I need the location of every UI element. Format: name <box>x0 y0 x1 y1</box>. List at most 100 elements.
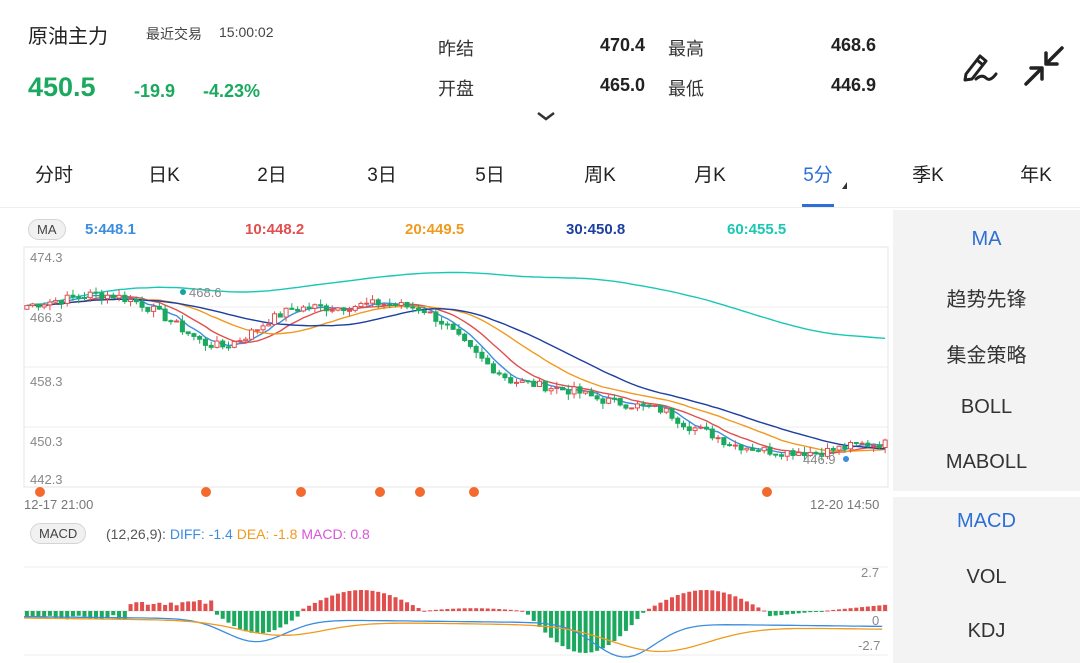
candle <box>738 444 744 451</box>
candle <box>76 296 82 299</box>
candle <box>531 380 537 387</box>
tab-dropdown-caret-icon[interactable] <box>842 182 847 189</box>
macd-bar <box>220 611 225 619</box>
macd-bar <box>831 609 836 611</box>
tab-daily-k[interactable]: 日K <box>140 160 188 187</box>
macd-badge[interactable]: MACD <box>30 523 87 544</box>
macd-bar <box>186 601 191 611</box>
ma30-value: 30:450.8 <box>566 221 626 238</box>
candle <box>156 305 162 310</box>
candle <box>629 407 635 410</box>
candle <box>508 377 514 384</box>
tab-3day[interactable]: 3日 <box>358 160 406 187</box>
macd-bar <box>779 611 784 615</box>
tab-monthly-k[interactable]: 月K <box>686 160 734 187</box>
macd-bar <box>721 592 726 611</box>
indicator-fund[interactable]: 集金策略 <box>893 339 1080 368</box>
macd-bar <box>261 611 266 634</box>
macd-bar <box>802 611 807 613</box>
kline-chart[interactable]: 474.3 466.3 458.3 450.3 442.3 468.6 446.… <box>0 240 893 515</box>
tab-5min[interactable]: 5分 <box>794 160 842 187</box>
candle <box>30 303 36 307</box>
candle <box>133 298 139 303</box>
tab-2day[interactable]: 2日 <box>248 160 296 187</box>
low-value: 446.9 <box>830 75 876 95</box>
ma10-value: 10:448.2 <box>245 221 305 238</box>
candle <box>450 323 456 330</box>
candle <box>652 404 658 407</box>
macd-dea-line <box>23 617 883 653</box>
macd-bar <box>583 611 588 653</box>
candle <box>272 313 278 325</box>
candle <box>571 386 577 395</box>
macd-diff-line <box>23 615 883 658</box>
expand-chevron-icon[interactable] <box>536 110 556 122</box>
tab-intraday[interactable]: 分时 <box>30 160 78 187</box>
macd-bar <box>341 592 346 611</box>
macd-bar <box>243 611 248 632</box>
indicator-vol[interactable]: VOL <box>893 566 1080 589</box>
macd-bar <box>704 590 709 611</box>
indicator-ma[interactable]: MA <box>893 228 1080 251</box>
macd-bar <box>445 609 450 611</box>
y-label-3: 458.3 <box>30 374 63 389</box>
macd-bar <box>796 611 801 614</box>
macd-bar <box>70 611 75 617</box>
time-end: 12-20 14:50 <box>810 497 879 512</box>
pen-icon[interactable] <box>958 44 1002 88</box>
macd-y-top: 2.7 <box>861 565 879 580</box>
candle <box>767 446 773 455</box>
indicator-maboll[interactable]: MABOLL <box>893 451 1080 474</box>
low-label: 最低 <box>668 79 704 99</box>
tab-yearly-k[interactable]: 年K <box>1012 160 1060 187</box>
candle <box>842 445 848 450</box>
indicator-sidebar: MA 趋势先锋 集金策略 BOLL MABOLL MACD VOL KDJ <box>893 210 1080 663</box>
macd-bar <box>537 611 542 627</box>
active-tab-underline <box>802 204 834 207</box>
candle <box>848 442 854 450</box>
candle <box>404 302 410 308</box>
tab-weekly-k[interactable]: 周K <box>576 160 624 187</box>
candle <box>162 308 168 322</box>
candle <box>704 426 710 430</box>
y-label-4: 450.3 <box>30 434 63 449</box>
macd-bar <box>284 611 289 625</box>
candle <box>421 310 427 314</box>
candle <box>110 294 116 299</box>
candle <box>681 422 687 428</box>
macd-bar <box>433 609 438 611</box>
macd-bar <box>693 590 698 611</box>
last-trade-label: 最近交易 <box>146 26 202 42</box>
collapse-arrows-icon[interactable] <box>1022 44 1066 88</box>
candle <box>525 380 531 383</box>
candle <box>675 417 681 424</box>
macd-bar <box>652 605 657 611</box>
indicator-macd[interactable]: MACD <box>893 510 1080 533</box>
ma-badge[interactable]: MA <box>28 219 66 240</box>
macd-bar <box>710 590 715 611</box>
indicator-trend[interactable]: 趋势先锋 <box>893 283 1080 312</box>
low-annotation: 446.9 <box>803 452 836 467</box>
candle <box>398 302 404 306</box>
macd-chart[interactable]: 2.7 0 -2.7 <box>0 555 893 663</box>
candle <box>208 344 214 348</box>
candle <box>467 339 473 347</box>
candle <box>686 426 692 432</box>
prev-settle-value: 470.4 <box>599 35 645 55</box>
macd-bar <box>393 597 398 611</box>
macd-bar <box>376 591 381 611</box>
tab-5day[interactable]: 5日 <box>466 160 514 187</box>
indicator-kdj[interactable]: KDJ <box>893 620 1080 643</box>
macd-bar <box>785 611 790 615</box>
candle <box>473 345 479 353</box>
tab-quarterly-k[interactable]: 季K <box>904 160 952 187</box>
macd-bar <box>266 611 271 633</box>
macd-bar <box>249 611 254 633</box>
indicator-boll[interactable]: BOLL <box>893 396 1080 419</box>
macd-bar <box>739 598 744 611</box>
macd-bar <box>157 602 162 611</box>
candle <box>416 307 422 312</box>
macd-bar <box>347 590 352 611</box>
candle <box>179 320 185 333</box>
candle <box>214 340 220 348</box>
